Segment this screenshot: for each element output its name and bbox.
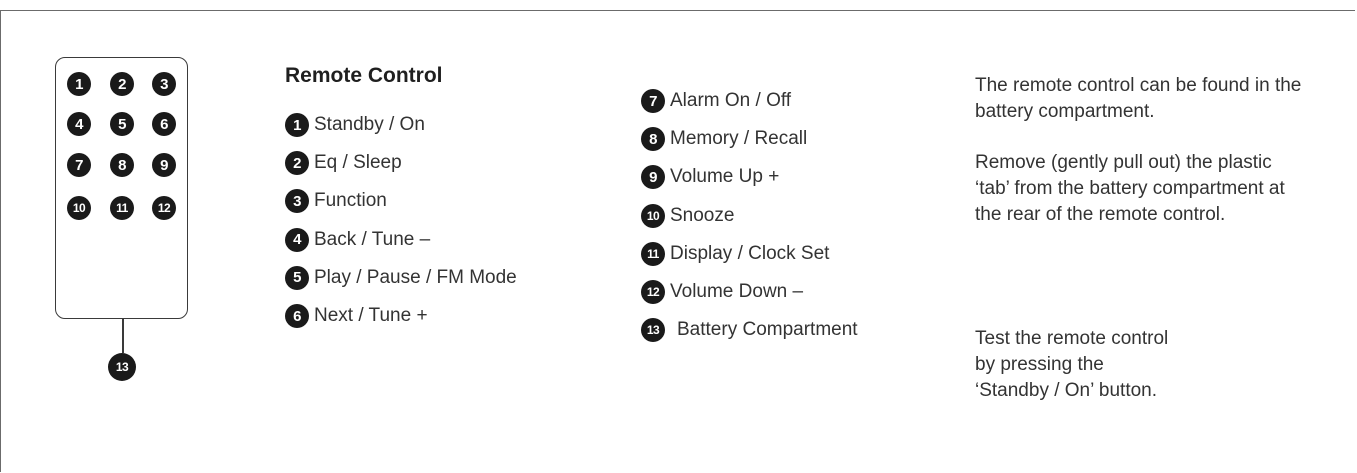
number-badge: 8: [641, 127, 665, 152]
legend-label: Volume Down –: [670, 281, 804, 303]
number-badge: 6: [285, 304, 309, 329]
remote-button-9: 9: [152, 153, 176, 177]
instruction-paragraph-3: Test the remote control by pressing the …: [975, 328, 1169, 401]
legend-list-left: 1 Standby / On 2 Eq / Sleep 3 Function 4 Bac…: [285, 106, 517, 335]
legend-label: Next / Tune +: [314, 305, 428, 327]
legend-item: 3 Function: [285, 182, 517, 220]
legend-label: Alarm On / Off: [670, 90, 792, 112]
number-badge: 10: [641, 203, 665, 228]
remote-button-10: 10: [67, 196, 91, 220]
legend-item: 4 Back / Tune –: [285, 221, 517, 259]
remote-battery-number-13: 13: [108, 353, 136, 381]
legend-item: 1 Standby / On: [285, 106, 517, 144]
remote-button-11: 11: [110, 196, 134, 220]
remote-button-7: 7: [67, 153, 91, 177]
remote-battery-cord: [122, 319, 124, 353]
remote-button-4: 4: [67, 112, 91, 136]
number-badge: 2: [285, 151, 309, 176]
legend-label: Function: [314, 190, 387, 212]
instruction-paragraph-2: Remove (gently pull out) the plastic ‘ta…: [975, 152, 1285, 225]
remote-button-12: 12: [152, 196, 176, 220]
remote-button-8: 8: [110, 153, 134, 177]
remote-button-6: 6: [152, 112, 176, 136]
legend-item: 9 Volume Up +: [641, 158, 858, 196]
legend-label: Memory / Recall: [670, 128, 808, 150]
legend-label: Play / Pause / FM Mode: [314, 266, 517, 288]
legend-label: Standby / On: [314, 114, 425, 136]
legend-label: Display / Clock Set: [670, 242, 830, 264]
legend-item: 5 Play / Pause / FM Mode: [285, 259, 517, 297]
number-badge: 13: [641, 318, 665, 343]
legend-label: Eq / Sleep: [314, 152, 402, 174]
remote-button-1: 1: [67, 72, 91, 96]
legend-item: 6 Next / Tune +: [285, 297, 517, 335]
remote-button-2: 2: [110, 72, 134, 96]
legend-item: 12 Volume Down –: [641, 273, 858, 311]
number-badge: 11: [641, 241, 665, 266]
legend-item: 10 Snooze: [641, 197, 858, 235]
number-badge: 7: [641, 89, 665, 114]
section-title: Remote Control: [285, 64, 443, 87]
legend-list-right: 7 Alarm On / Off 8 Memory / Recall 9 Volume…: [641, 82, 858, 349]
number-badge: 9: [641, 165, 665, 190]
remote-button-3: 3: [152, 72, 176, 96]
number-badge: 4: [285, 227, 309, 252]
instruction-paragraph-1: The remote control can be found in the b…: [975, 75, 1302, 122]
remote-control-illustration: [55, 57, 188, 319]
legend-item: 8 Memory / Recall: [641, 120, 858, 158]
legend-label: Volume Up +: [670, 166, 780, 188]
number-badge: 5: [285, 265, 309, 290]
legend-item: 2 Eq / Sleep: [285, 144, 517, 182]
legend-label: Battery Compartment: [677, 319, 858, 341]
legend-item: 13 Battery Compartment: [641, 311, 858, 349]
legend-label: Snooze: [670, 204, 735, 226]
number-badge: 1: [285, 113, 309, 138]
remote-button-5: 5: [110, 112, 134, 136]
number-badge: 3: [285, 189, 309, 214]
legend-item: 7 Alarm On / Off: [641, 82, 858, 120]
number-badge: 12: [641, 280, 665, 305]
legend-label: Back / Tune –: [314, 228, 431, 250]
legend-item: 11 Display / Clock Set: [641, 235, 858, 273]
